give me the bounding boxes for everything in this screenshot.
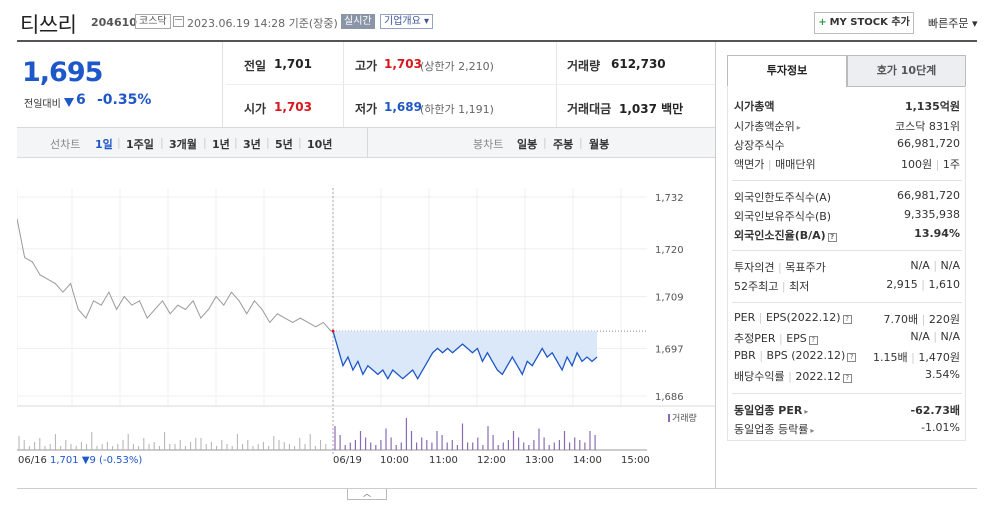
y-tick-label: 1,720: [655, 245, 684, 256]
line-chart-label: 선차트: [50, 138, 81, 151]
quick-order-button[interactable]: 빠른주문 ▾: [928, 15, 978, 31]
amount-value: 1,037 백만: [619, 102, 684, 116]
info-icon: ?: [842, 315, 852, 324]
period-5y[interactable]: 5년: [275, 136, 293, 152]
per-eps-row: PER | EPS(2022.12)? 7.70배 | 220원: [734, 311, 960, 326]
x-tick-label: 12:00: [477, 455, 506, 466]
change-amount: 6: [76, 92, 86, 108]
info-icon: ?: [808, 336, 818, 345]
collapse-chevron-icon[interactable]: ︿: [347, 489, 387, 500]
panel-divider: [715, 42, 716, 488]
period-10y[interactable]: 10년: [307, 136, 332, 152]
upper-limit: (상한가 2,210): [420, 60, 494, 73]
sector-per-row[interactable]: 동일업종 PER ▸ -62.73배: [734, 402, 960, 420]
plus-icon: +: [818, 17, 827, 28]
foreign-ratio-row: 외국인소진율(B/A)? 13.94%: [734, 227, 960, 242]
info-icon: ?: [842, 374, 852, 383]
prev-change-label: 전일대비: [24, 99, 61, 110]
volume-legend: 거래량: [668, 411, 697, 424]
chevron-right-icon: ▸: [796, 123, 801, 132]
x-tick-label: 06/19: [333, 455, 362, 466]
chart-bottom-line: [17, 488, 977, 489]
period-3y[interactable]: 3년: [243, 136, 261, 152]
change-percent: -0.35%: [97, 92, 152, 108]
candle-daily[interactable]: 일봉: [517, 136, 537, 152]
open-marker: [331, 329, 335, 333]
prev-close-value: 1,701: [274, 57, 312, 71]
x-tick-label: 15:00: [621, 455, 650, 466]
y-tick-label: 1,732: [655, 193, 684, 204]
realtime-badge: 실시간: [341, 14, 375, 29]
period-3m[interactable]: 3개월: [169, 136, 197, 152]
opinion-row: 투자의견 | 목표주가 N/A | N/A: [734, 259, 960, 274]
mystock-add-button[interactable]: + MY STOCK 추가: [814, 12, 914, 34]
price-chart[interactable]: 1,732 1,720 1,709 1,697 1,686: [17, 158, 715, 454]
period-1d[interactable]: 1일: [95, 136, 113, 152]
high-label: 고가: [355, 59, 378, 73]
low-value: 1,689: [384, 100, 422, 114]
high-value: 1,703: [384, 57, 422, 71]
par-value-row: 액면가 | 매매단위 100원 | 1주: [734, 158, 960, 171]
current-price: 1,695: [22, 57, 103, 88]
amount-label: 거래대금: [567, 102, 612, 116]
low-label: 저가: [355, 102, 378, 116]
volume-value: 612,730: [611, 57, 666, 71]
volume-label: 거래량: [567, 59, 601, 73]
info-icon: ?: [827, 233, 837, 242]
quote-row-sep: [226, 84, 715, 85]
est-per-row: 추정PER | EPS? N/A | N/A: [734, 330, 960, 345]
period-1w[interactable]: 1주일: [126, 136, 154, 152]
candle-monthly[interactable]: 월봉: [589, 136, 609, 152]
quote-datetime: 2023.06.19 14:28 기준(장중): [187, 17, 338, 30]
pbr-bps-row: PBR | BPS (2022.12)? 1.15배 | 1,470원: [734, 349, 960, 364]
market-cap-rank-row[interactable]: 시가총액순위 ▸ 코스닥 831위: [734, 118, 960, 136]
quote-col-sep: [556, 42, 557, 128]
today-area: [333, 331, 597, 379]
listed-shares-row: 상장주식수 66,981,720: [734, 137, 960, 152]
info-icon: ?: [847, 353, 857, 362]
y-tick-label: 1,709: [655, 293, 684, 304]
chevron-right-icon: ▸: [804, 407, 809, 416]
x-tick-label: 10:00: [380, 455, 409, 466]
y-tick-label: 1,697: [655, 344, 684, 355]
y-tick-label: 1,686: [655, 392, 684, 403]
foreign-limit-row: 외국인한도주식수(A) 66,981,720: [734, 189, 960, 204]
calendar-icon: [173, 16, 184, 27]
quote-col-sep: [343, 42, 344, 128]
prev-close-label: 전일: [244, 59, 267, 73]
x-tick-label: 14:00: [573, 455, 602, 466]
x-tick-label: 13:00: [525, 455, 554, 466]
sector-rate-row[interactable]: 동일업종 등락률 ▸ -1.01%: [734, 421, 960, 439]
market-cap-row: 시가총액 1,135억원: [734, 100, 960, 113]
x-tick-label: 11:00: [429, 455, 458, 466]
down-triangle-icon: [64, 98, 74, 107]
tab-invest-info[interactable]: 투자정보: [727, 55, 847, 87]
prev-day-info: 06/16 1,701 ▼9 (-0.53%): [18, 455, 143, 466]
chevron-right-icon: ▸: [810, 426, 815, 435]
candle-chart-label: 봉차트: [473, 138, 504, 151]
dividend-row: 배당수익률 | 2022.12? 3.54%: [734, 368, 960, 383]
tab-orderbook[interactable]: 호가 10단계: [847, 55, 966, 87]
open-label: 시가: [244, 102, 267, 116]
market-badge: 코스닥: [135, 14, 171, 29]
period-1y[interactable]: 1년: [212, 136, 230, 152]
prev-day-series: [17, 218, 332, 332]
open-value: 1,703: [274, 100, 312, 114]
foreign-holding-row: 외국인보유주식수(B) 9,335,938: [734, 208, 960, 223]
lower-limit: (하한가 1,191): [420, 103, 494, 116]
52week-row: 52주최고 | 최저 2,915 | 1,610: [734, 278, 960, 293]
stock-code: 204610: [91, 16, 137, 29]
company-overview-button[interactable]: 기업개요 ▾: [380, 14, 433, 29]
candle-weekly[interactable]: 주봉: [553, 136, 573, 152]
period-bar: 선차트 1일 | 1주일 | 3개월 | 1년 | 3년 | 5년 | 10년 …: [17, 128, 715, 158]
stock-name: 티쓰리: [20, 13, 77, 37]
